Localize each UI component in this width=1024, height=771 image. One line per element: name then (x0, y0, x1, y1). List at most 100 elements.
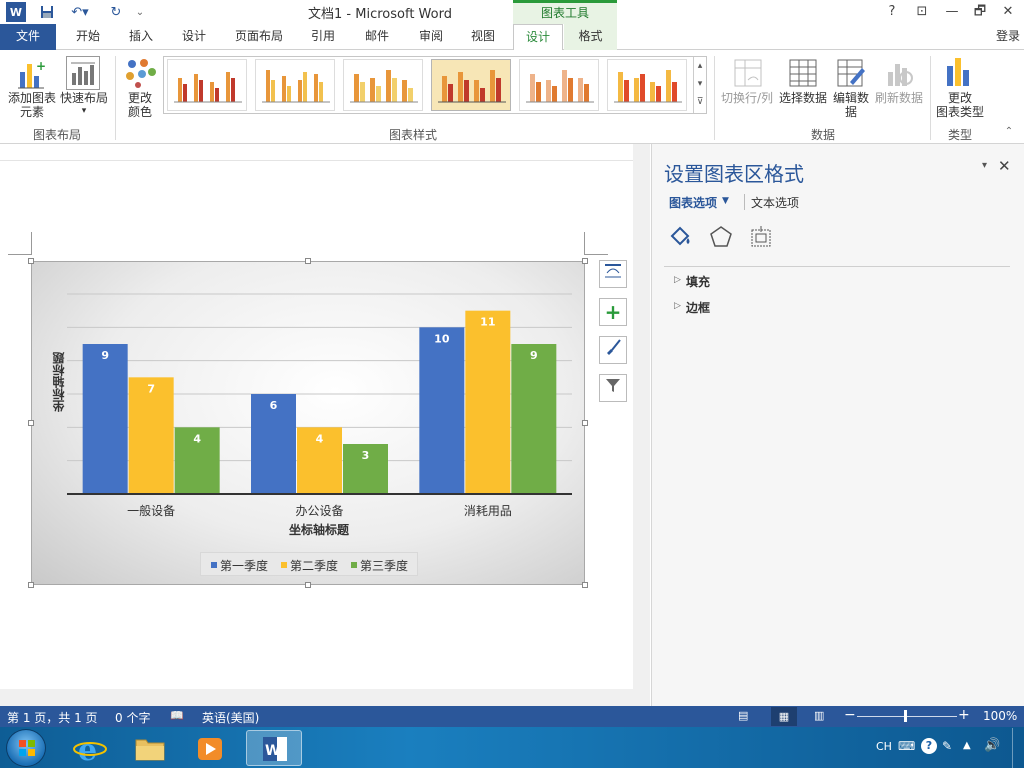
show-hidden-icons[interactable]: ▲ (963, 740, 971, 751)
tab-insert[interactable]: 插入 (116, 24, 166, 50)
resize-handle[interactable] (582, 258, 588, 264)
collapse-ribbon-icon[interactable]: ⌃ (1002, 126, 1016, 140)
gallery-scroll-controls[interactable]: ▴ ▾ ⊽ (693, 57, 706, 113)
resize-handle[interactable] (28, 582, 34, 588)
quick-layout-dropdown-icon[interactable]: ▾ (56, 104, 112, 118)
media-player-icon[interactable] (182, 730, 238, 766)
help-button[interactable]: ? (878, 2, 906, 22)
fill-section[interactable]: 填充 (686, 273, 710, 290)
edit-data-icon[interactable] (836, 58, 866, 88)
word-taskbar-icon[interactable]: W (246, 730, 302, 766)
text-options-tab[interactable]: 文本选项 (751, 194, 799, 211)
switch-row-column-label[interactable]: 切换行/列 (718, 91, 776, 105)
chart-legend[interactable]: 第一季度 第二季度 第三季度 (200, 552, 418, 576)
tab-home[interactable]: 开始 (62, 24, 114, 50)
edit-data-label[interactable]: 编辑数 (828, 91, 874, 105)
quick-layout-label[interactable]: 快速布局 (56, 91, 112, 105)
web-layout-icon[interactable]: ▥ (814, 709, 824, 722)
expand-fill-icon[interactable]: ▷ (674, 275, 681, 285)
zoom-level[interactable]: 100% (983, 709, 1017, 723)
internet-explorer-icon[interactable]: e (62, 730, 118, 768)
chart-style-1[interactable] (167, 59, 247, 111)
start-button[interactable] (6, 729, 46, 767)
chart-options-tab[interactable]: 图表选项 (669, 194, 717, 211)
quick-layout-icon[interactable] (66, 56, 100, 90)
add-chart-element-icon[interactable]: + (16, 58, 46, 92)
x-axis-title[interactable]: 坐标轴标题 (249, 521, 389, 538)
tab-mailings[interactable]: 邮件 (352, 24, 402, 50)
tray-tool-icon[interactable]: ✎ (942, 739, 952, 753)
ribbon-display-options-icon[interactable]: ⊡ (908, 2, 936, 22)
pane-options-dropdown-icon[interactable]: ▾ (982, 160, 987, 171)
minimize-button[interactable]: — (938, 2, 966, 22)
resize-handle[interactable] (28, 420, 34, 426)
chart-options-dropdown-icon[interactable]: ▼ (722, 196, 729, 206)
page-count[interactable]: 第 1 页，共 1 页 (7, 709, 98, 726)
resize-handle[interactable] (305, 582, 311, 588)
tab-references[interactable]: 引用 (298, 24, 348, 50)
fill-line-icon[interactable] (668, 224, 694, 250)
print-layout-icon[interactable]: ▦ (771, 707, 797, 726)
chart-style-5[interactable] (519, 59, 599, 111)
customize-qat-icon[interactable]: ⌄ (132, 0, 148, 24)
refresh-data-icon[interactable] (884, 58, 914, 88)
chart-style-3[interactable] (343, 59, 423, 111)
proofing-icon[interactable]: 📖 (170, 709, 184, 722)
change-chart-type-label-2[interactable]: 图表类型 (932, 105, 988, 119)
chart-elements-plus-icon[interactable]: + (599, 298, 627, 326)
tab-chart-format[interactable]: 格式 (564, 24, 617, 50)
effects-pentagon-icon[interactable] (708, 224, 734, 250)
edit-data-label-2[interactable]: 据 (828, 105, 874, 119)
chart-style-4-selected[interactable] (431, 59, 511, 111)
vertical-scrollbar[interactable] (633, 144, 650, 690)
word-logo-icon[interactable]: W (6, 2, 26, 22)
tab-page-layout[interactable]: 页面布局 (224, 24, 294, 50)
refresh-data-label[interactable]: 刷新数据 (872, 91, 926, 105)
show-desktop-button[interactable] (1012, 728, 1024, 768)
resize-handle[interactable] (305, 258, 311, 264)
undo-icon[interactable]: ↶▾ (66, 0, 94, 24)
file-explorer-icon[interactable] (122, 730, 178, 766)
change-colors-label[interactable]: 更改 (118, 91, 162, 105)
keyboard-icon[interactable]: ⌨ (898, 739, 915, 753)
tab-view[interactable]: 视图 (458, 24, 508, 50)
resize-handle[interactable] (582, 582, 588, 588)
word-count[interactable]: 0 个字 (115, 709, 150, 726)
restore-button[interactable]: 🗗 (966, 2, 994, 22)
expand-border-icon[interactable]: ▷ (674, 301, 681, 311)
read-mode-icon[interactable]: ▤ (738, 709, 748, 722)
select-data-icon[interactable] (788, 58, 818, 88)
chart-filters-icon[interactable] (599, 374, 627, 402)
volume-icon[interactable]: 🔊 (984, 738, 1000, 753)
language-indicator[interactable]: 英语(美国) (202, 709, 259, 726)
select-data-label[interactable]: 选择数据 (776, 91, 830, 105)
zoom-slider-thumb[interactable] (904, 710, 907, 722)
ime-indicator[interactable]: CH (876, 740, 892, 753)
add-chart-element-label[interactable]: 添加图表 (4, 91, 60, 105)
chart-style-6[interactable] (607, 59, 687, 111)
close-button[interactable]: ✕ (994, 2, 1022, 22)
zoom-out-button[interactable]: − (844, 707, 856, 723)
chart-styles-brush-icon[interactable] (599, 336, 627, 364)
zoom-slider-track[interactable] (857, 716, 957, 717)
border-section[interactable]: 边框 (686, 299, 710, 316)
tab-chart-design[interactable]: 设计 (513, 24, 563, 51)
size-properties-icon[interactable] (748, 224, 774, 250)
zoom-in-button[interactable]: + (958, 707, 970, 723)
change-colors-label-2[interactable]: 颜色 (118, 105, 162, 119)
layout-options-icon[interactable] (599, 260, 627, 288)
resize-handle[interactable] (582, 420, 588, 426)
resize-handle[interactable] (28, 258, 34, 264)
redo-icon[interactable]: ↻ (104, 0, 128, 24)
chart-area[interactable]: 9 7 4 一般设备 6 4 3 办公设备 10 11 9 消耗用品 坐标轴标题 坐标轴标题 第一季度… (31, 261, 585, 585)
tab-document-design[interactable]: 设计 (168, 24, 220, 50)
change-chart-type-label[interactable]: 更改 (932, 91, 988, 105)
save-icon[interactable] (36, 0, 58, 24)
switch-row-column-icon[interactable] (733, 58, 763, 88)
sign-in-link[interactable]: 登录 (992, 24, 1024, 50)
pane-close-icon[interactable]: ✕ (998, 157, 1011, 175)
change-colors-icon[interactable] (124, 58, 158, 88)
help-tray-icon[interactable]: ? (921, 738, 937, 754)
change-chart-type-icon[interactable] (944, 56, 974, 88)
chart-style-2[interactable] (255, 59, 335, 111)
